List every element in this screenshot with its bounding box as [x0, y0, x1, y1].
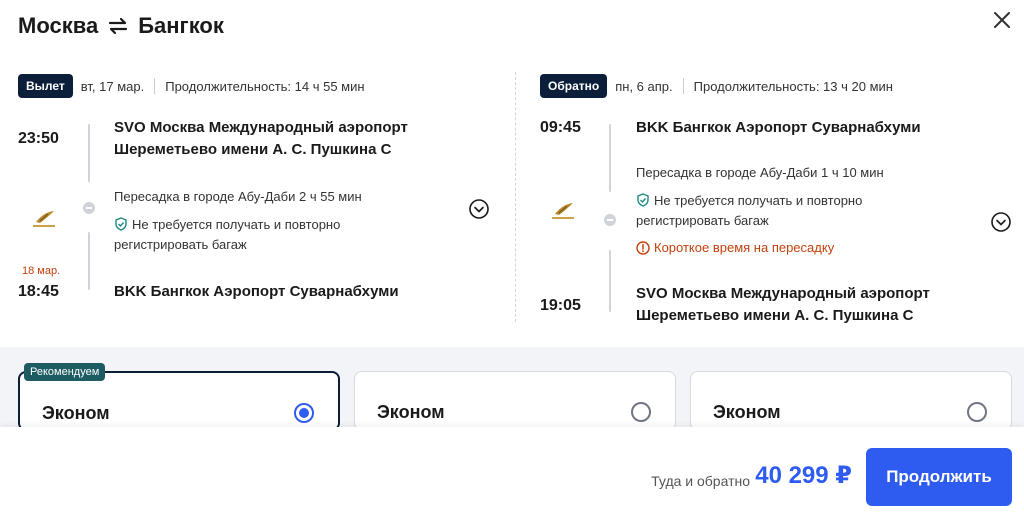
- return-segment: Обратно пн, 6 апр. Продолжительность: 13…: [540, 72, 1010, 100]
- airport-line: SVO Москва Международный аэропорт: [636, 285, 930, 302]
- timeline-line: [609, 124, 611, 192]
- shield-icon: [637, 193, 649, 207]
- expand-chevron-icon[interactable]: [468, 198, 490, 220]
- return-duration: Продолжительность: 13 ч 20 мин: [693, 78, 893, 94]
- origin-city: Москва: [18, 13, 99, 38]
- return-baggage-note: Не требуется получать и повторно регистр…: [636, 191, 862, 231]
- tariff-card[interactable]: Эконом: [354, 371, 676, 431]
- bottom-bar: Туда и обратно 40 299 ₽ Продолжить: [0, 427, 1024, 513]
- return-arrive-airport: SVO Москва Международный аэропорт Шереме…: [636, 283, 930, 327]
- timeline-line: [88, 232, 90, 290]
- swap-arrows-icon: [109, 17, 128, 35]
- segment-divider: [515, 72, 516, 322]
- tariff-name: Эконом: [42, 403, 110, 423]
- close-icon[interactable]: [990, 8, 1014, 32]
- return-transfer: Пересадка в городе Абу-Даби 1 ч 10 мин: [636, 165, 884, 180]
- outbound-header: Вылет вт, 17 мар. Продолжительность: 14 …: [18, 72, 498, 100]
- tariff-radio[interactable]: [967, 402, 987, 422]
- warning-text: Короткое время на пересадку: [654, 240, 835, 255]
- outbound-baggage-note: Не требуется получать и повторно регистр…: [114, 215, 340, 255]
- airport-line: Шереметьево имени А. С. Пушкина C: [114, 141, 392, 158]
- divider: [682, 78, 684, 94]
- tariff-card[interactable]: Эконом: [690, 371, 1012, 431]
- tariff-radio[interactable]: [631, 402, 651, 422]
- return-arrive-time: 19:05: [540, 297, 581, 314]
- route-title: Москва Бангкок: [18, 13, 224, 39]
- timeline-line: [88, 124, 90, 182]
- return-depart-airport: BKK Бангкок Аэропорт Суварнабхуми: [636, 119, 921, 136]
- total-label: Туда и обратно: [651, 473, 750, 489]
- expand-chevron-icon[interactable]: [990, 211, 1012, 233]
- shield-icon: [115, 217, 127, 231]
- airline-logo-icon: [552, 203, 574, 219]
- baggage-text: регистрировать багаж: [114, 237, 247, 252]
- divider: [154, 78, 156, 94]
- outbound-arrive-time: 18:45: [18, 283, 59, 300]
- outbound-arrive-date: 18 мар.: [22, 265, 61, 277]
- tariff-selector: Эконом Рекомендуем Эконом Эконом: [0, 347, 1024, 431]
- short-transfer-warning: Короткое время на пересадку: [636, 240, 834, 255]
- continue-button[interactable]: Продолжить: [866, 448, 1012, 506]
- transfer-dot: [604, 214, 616, 226]
- total-price: 40 299 ₽: [755, 462, 852, 489]
- warning-icon: [636, 240, 650, 255]
- destination-city: Бангкок: [138, 13, 224, 38]
- outbound-segment: Вылет вт, 17 мар. Продолжительность: 14 …: [18, 72, 498, 100]
- airport-line: SVO Москва Международный аэропорт: [114, 119, 408, 136]
- recommended-badge: Рекомендуем: [24, 363, 106, 381]
- baggage-text: регистрировать багаж: [636, 213, 769, 228]
- airport-line: Шереметьево имени А. С. Пушкина C: [636, 307, 914, 324]
- baggage-text: Не требуется получать и повторно: [654, 193, 863, 208]
- baggage-text: Не требуется получать и повторно: [132, 217, 341, 232]
- airline-logo-icon: [33, 211, 55, 227]
- tariff-name: Эконом: [713, 402, 781, 422]
- outbound-depart-time: 23:50: [18, 130, 59, 147]
- outbound-date: вт, 17 мар.: [80, 78, 145, 94]
- timeline-line: [609, 250, 611, 312]
- outbound-arrive-airport: BKK Бангкок Аэропорт Суварнабхуми: [114, 283, 399, 300]
- transfer-dot: [83, 202, 95, 214]
- return-depart-time: 09:45: [540, 119, 581, 136]
- return-badge: Обратно: [540, 74, 608, 98]
- route-header: Москва Бангкок: [18, 10, 224, 42]
- return-date: пн, 6 апр.: [615, 78, 673, 94]
- tariff-name: Эконом: [377, 402, 445, 422]
- outbound-badge: Вылет: [18, 74, 73, 98]
- outbound-depart-airport: SVO Москва Международный аэропорт Шереме…: [114, 117, 408, 161]
- outbound-duration: Продолжительность: 14 ч 55 мин: [165, 78, 365, 94]
- outbound-transfer: Пересадка в городе Абу-Даби 2 ч 55 мин: [114, 189, 362, 204]
- return-header: Обратно пн, 6 апр. Продолжительность: 13…: [540, 72, 1010, 100]
- tariff-radio[interactable]: [294, 403, 314, 423]
